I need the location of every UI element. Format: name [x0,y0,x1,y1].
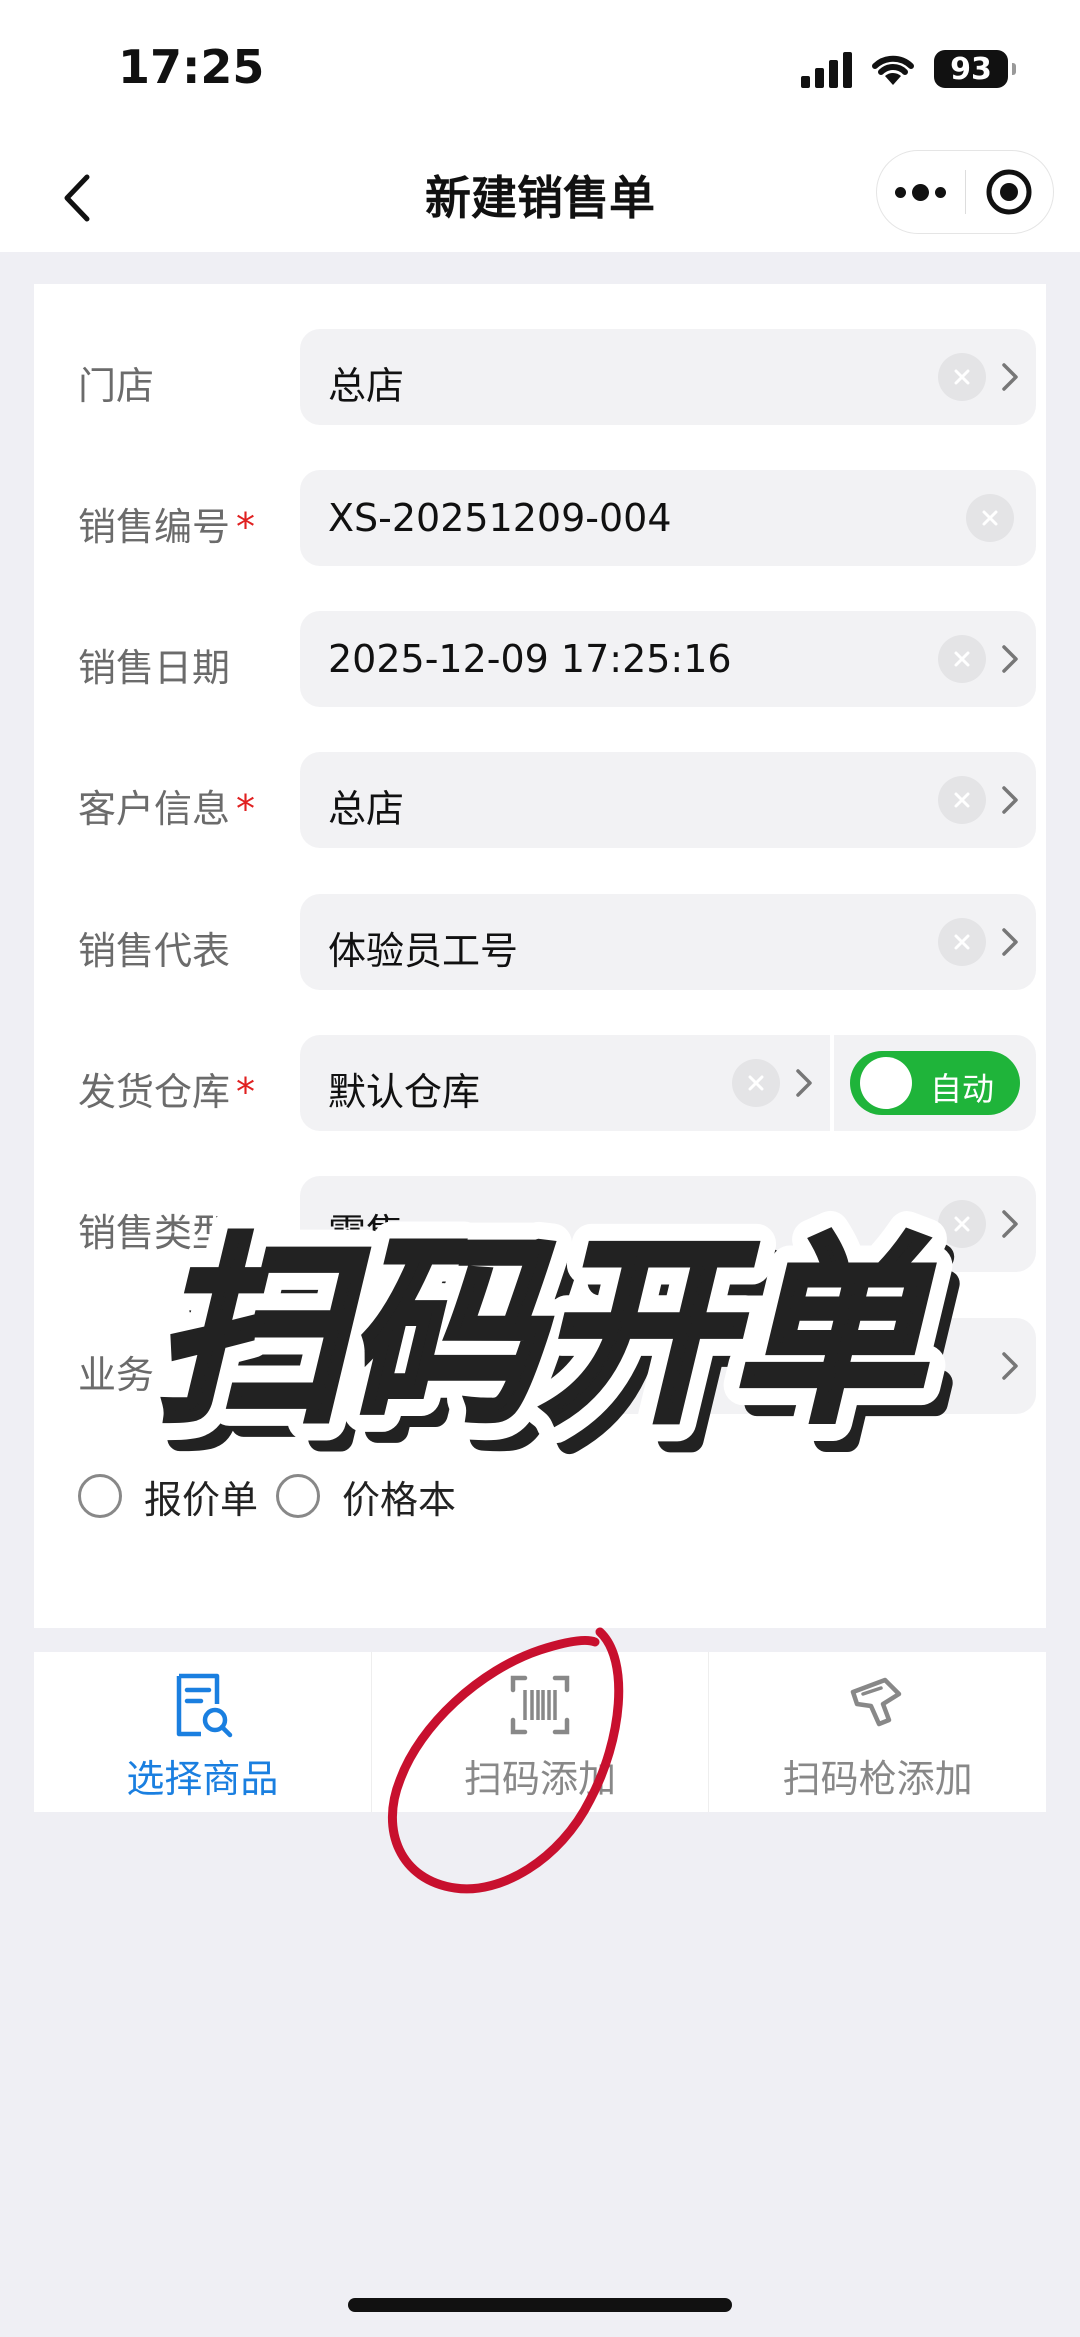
clear-icon[interactable] [938,918,986,966]
customer-field[interactable]: 总店 [300,752,1036,848]
sales-date-value: 2025-12-09 17:25:16 [328,637,732,681]
form-row-warehouse: 发货仓库 * 默认仓库 自动 [34,1035,1046,1131]
sales-rep-label: 销售代表 [78,929,231,973]
warehouse-value: 默认仓库 [328,1070,481,1114]
sales-number-label: 销售编号 * [78,505,256,549]
mini-program-capsule [876,150,1054,234]
document-search-icon [177,1673,233,1738]
price-book-radio[interactable] [276,1474,321,1518]
battery-icon: 93 [934,50,1016,88]
toggle-label: 自动 [930,1070,995,1108]
warehouse-field[interactable]: 默认仓库 [300,1035,830,1131]
quote-radio[interactable] [78,1474,122,1518]
clear-icon[interactable] [938,776,986,824]
cellular-signal-icon [801,50,852,88]
price-book-label: 价格本 [342,1477,457,1522]
clear-icon[interactable] [938,353,986,401]
more-dots-icon [895,183,947,201]
quote-label: 报价单 [144,1477,259,1522]
target-close-icon [986,169,1032,215]
sales-rep-value: 体验员工号 [328,929,519,973]
form-row-customer: 客户信息 * 总店 [34,752,1046,848]
status-bar: 17:25 93 [0,0,1080,140]
close-program-button[interactable] [966,151,1054,233]
status-time: 17:25 [118,40,265,94]
form-row-store: 门店 总店 [34,329,1046,425]
business-field[interactable] [300,1318,1036,1414]
form-row-sales-number: 销售编号 * XS-20251209-004 [34,470,1046,566]
form-row-sales-rep: 销售代表 体验员工号 [34,894,1046,990]
business-label: 业务 [78,1353,155,1397]
sales-number-value: XS-20251209-004 [328,496,672,540]
chevron-right-icon [796,1069,812,1097]
chevron-right-icon [1002,1352,1018,1380]
auto-warehouse-toggle[interactable]: 自动 [850,1051,1020,1115]
auto-toggle-wrap: 自动 [834,1035,1036,1131]
nav-bar: 新建销售单 [0,140,1080,252]
sales-rep-field[interactable]: 体验员工号 [300,894,1036,990]
sales-date-label: 销售日期 [78,646,231,690]
chevron-right-icon [1002,928,1018,956]
clear-icon[interactable] [938,1200,986,1248]
store-label: 门店 [78,364,155,408]
barcode-scanner-gun-icon [850,1677,901,1727]
store-value: 总店 [328,364,405,408]
scanner-add-label: 扫码枪添加 [782,1757,973,1801]
sales-form: 门店 总店 销售编号 * XS-20251209-004 销售日期 2025-12… [34,284,1046,1628]
scanner-add-button[interactable]: 扫码枪添加 [708,1652,1046,1812]
more-button[interactable] [877,151,965,233]
clear-icon[interactable] [938,635,986,683]
status-icons: 93 [801,50,1016,88]
select-goods-button[interactable]: 选择商品 [34,1652,371,1812]
chevron-right-icon [1002,786,1018,814]
form-row-sales-type: 销售类型 零售 [34,1176,1046,1272]
customer-label: 客户信息 * [78,787,256,831]
sales-type-field[interactable]: 零售 [300,1176,1036,1272]
clear-icon[interactable] [732,1059,780,1107]
chevron-right-icon [1002,363,1018,391]
chevron-right-icon [1002,1210,1018,1238]
select-goods-label: 选择商品 [126,1757,279,1801]
clear-icon[interactable] [966,494,1014,542]
toggle-knob [860,1057,912,1109]
customer-value: 总店 [328,787,405,831]
red-circle-annotation [387,1627,624,1894]
price-options: 报价单 价格本 [78,1466,474,1526]
warehouse-label: 发货仓库 * [78,1070,256,1114]
chevron-right-icon [1002,645,1018,673]
form-row-sales-date: 销售日期 2025-12-09 17:25:16 [34,611,1046,707]
form-row-business: 业务 [34,1318,1046,1414]
store-field[interactable]: 总店 [300,329,1036,425]
sales-number-field[interactable]: XS-20251209-004 [300,470,1036,566]
wifi-icon [872,55,914,85]
sales-date-field[interactable]: 2025-12-09 17:25:16 [300,611,1036,707]
home-indicator [348,2298,732,2312]
sales-type-value: 零售 [328,1211,405,1255]
sales-type-label: 销售类型 [78,1211,231,1255]
